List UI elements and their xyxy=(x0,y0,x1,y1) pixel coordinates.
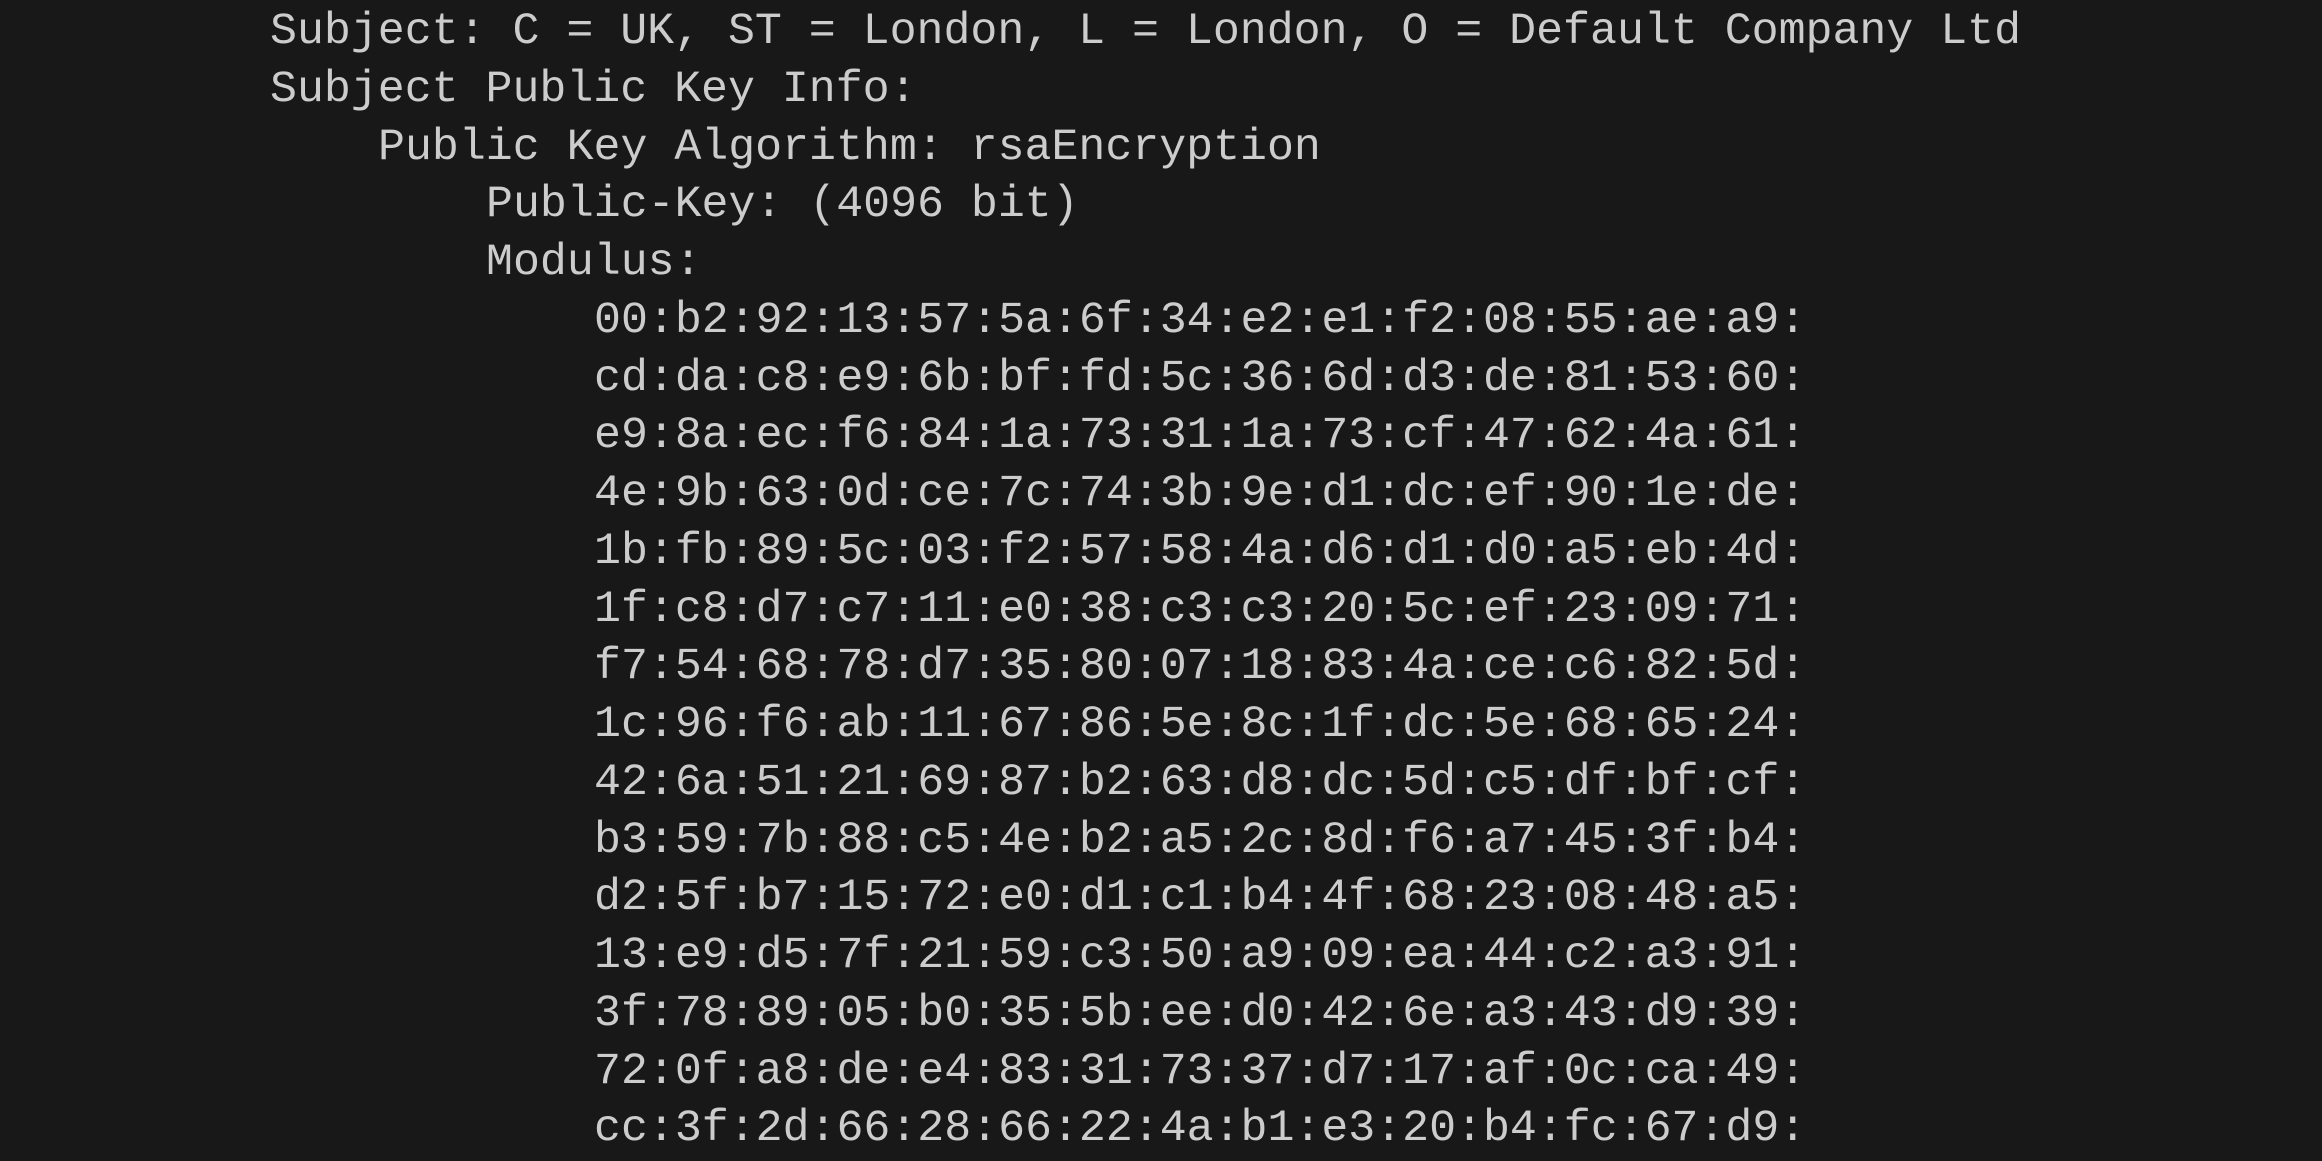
modulus-line: 72:0f:a8:de:e4:83:31:73:37:d7:17:af:0c:c… xyxy=(594,1046,1807,1097)
public-key-algorithm-line: Public Key Algorithm: rsaEncryption xyxy=(378,122,1321,173)
terminal-output[interactable]: Subject: C = UK, ST = London, L = London… xyxy=(0,4,2322,1161)
subject-public-key-info-line: Subject Public Key Info: xyxy=(270,64,917,115)
modulus-line: 13:e9:d5:7f:21:59:c3:50:a9:09:ea:44:c2:a… xyxy=(594,931,1807,981)
modulus-line: f7:54:68:78:d7:35:80:07:18:83:4a:ce:c6:8… xyxy=(594,642,1807,693)
modulus-line: 1b:fb:89:5c:03:f2:57:58:4a:d6:d1:d0:a5:e… xyxy=(594,526,1807,577)
public-key-size-line: Public-Key: (4096 bit) xyxy=(486,180,1079,231)
modulus-line: 3f:78:89:05:b0:35:5b:ee:d0:42:6e:a3:43:d… xyxy=(594,988,1807,1039)
modulus-line: 42:6a:51:21:69:87:b2:63:d8:dc:5d:c5:df:b… xyxy=(594,757,1807,808)
modulus-line: d2:5f:b7:15:72:e0:d1:c1:b4:4f:68:23:08:4… xyxy=(594,873,1807,924)
modulus-line: 4e:9b:63:0d:ce:7c:74:3b:9e:d1:dc:ef:90:1… xyxy=(594,469,1807,519)
modulus-line: e9:8a:ec:f6:84:1a:73:31:1a:73:cf:47:62:4… xyxy=(594,411,1807,462)
modulus-line: b3:59:7b:88:c5:4e:b2:a5:2c:8d:f6:a7:45:3… xyxy=(594,815,1807,866)
modulus-line: 00:b2:92:13:57:5a:6f:34:e2:e1:f2:08:55:a… xyxy=(594,295,1807,346)
subject-line: Subject: C = UK, ST = London, L = London… xyxy=(270,7,2022,57)
modulus-label: Modulus: xyxy=(486,238,702,288)
modulus-line: 1f:c8:d7:c7:11:e0:38:c3:c3:20:5c:ef:23:0… xyxy=(594,584,1807,635)
modulus-line: cd:da:c8:e9:6b:bf:fd:5c:36:6d:d3:de:81:5… xyxy=(594,353,1807,404)
modulus-line: 1c:96:f6:ab:11:67:86:5e:8c:1f:dc:5e:68:6… xyxy=(594,700,1807,750)
modulus-line: cc:3f:2d:66:28:66:22:4a:b1:e3:20:b4:fc:6… xyxy=(594,1104,1807,1155)
